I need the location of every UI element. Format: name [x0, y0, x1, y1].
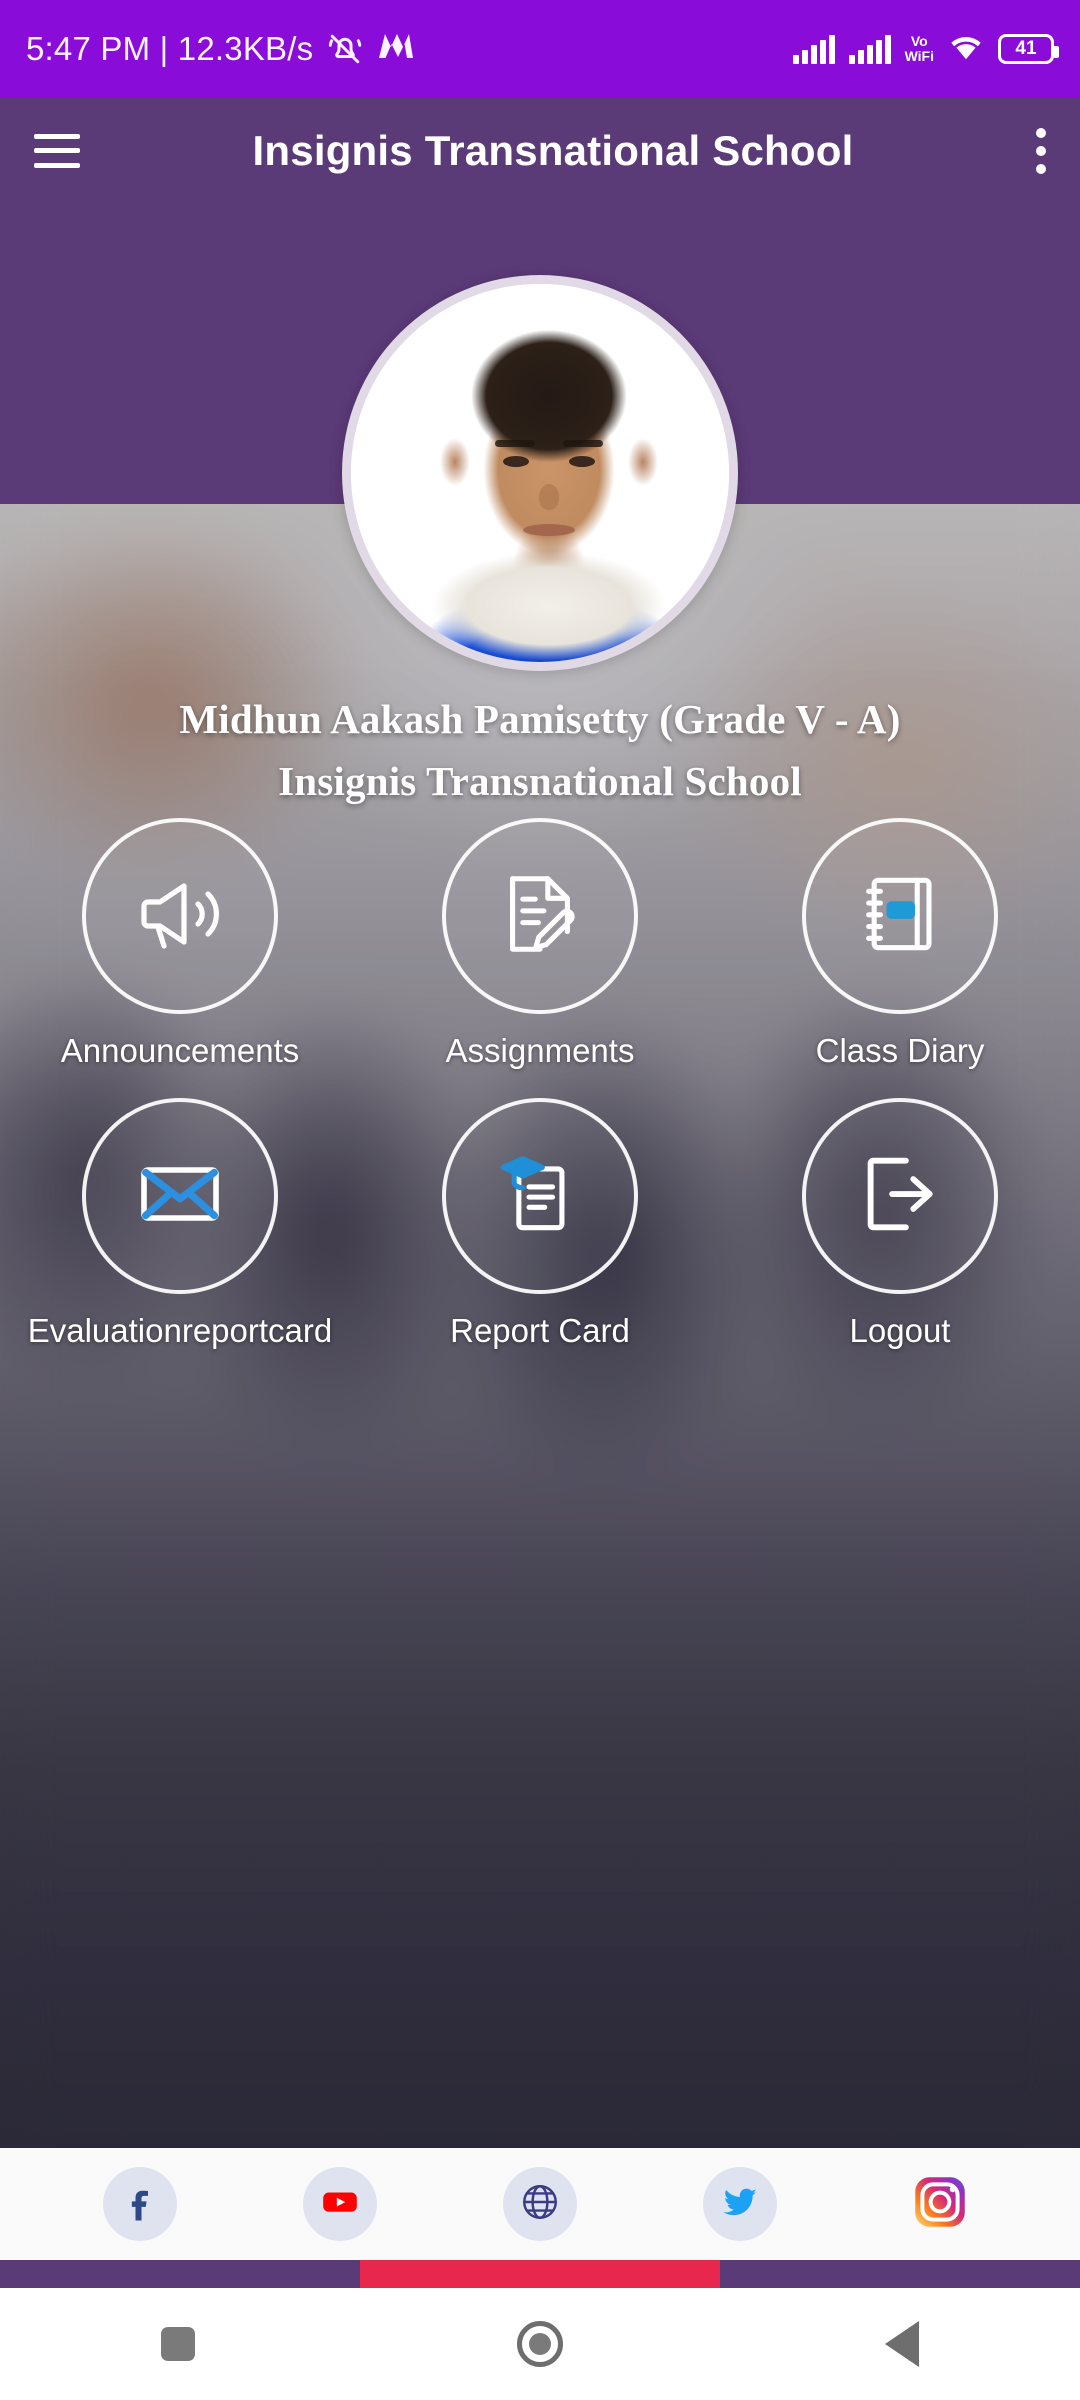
avatar[interactable] — [342, 275, 738, 671]
signal-bars-icon — [848, 34, 891, 64]
bottom-strip-left — [0, 2260, 360, 2288]
facebook-link[interactable] — [103, 2167, 177, 2241]
menu-item-announcements[interactable]: Announcements — [0, 818, 360, 1070]
kebab-menu-icon[interactable] — [1036, 127, 1046, 174]
status-bar-left: 5:47 PM | 12.3KB/s — [26, 29, 415, 69]
envelope-icon — [132, 1146, 228, 1247]
m-logo-icon — [377, 29, 415, 69]
triangle-back-icon[interactable] — [885, 2321, 919, 2367]
page-title: Insignis Transnational School — [252, 126, 854, 174]
menu-item-assignments[interactable]: Assignments — [360, 818, 720, 1070]
vowifi-icon: Vo WiFi — [905, 34, 934, 64]
square-recents-icon[interactable] — [161, 2327, 195, 2361]
instagram-link[interactable] — [903, 2167, 977, 2241]
report-card-circle[interactable] — [442, 1098, 638, 1294]
youtube-icon — [319, 2181, 361, 2228]
globe-icon — [519, 2181, 561, 2228]
avatar-detail — [563, 440, 603, 447]
status-bar: 5:47 PM | 12.3KB/s Vo WiFi 41 — [0, 0, 1080, 98]
spiral-notebook-icon — [853, 867, 947, 966]
battery-icon: 41 — [998, 34, 1059, 64]
menu-item-evaluationreportcard[interactable]: Evaluationreportcard — [0, 1098, 360, 1350]
status-time-and-datarate: 5:47 PM | 12.3KB/s — [26, 30, 314, 67]
phone-screen: 5:47 PM | 12.3KB/s Vo WiFi 41 Insignis T… — [0, 0, 1080, 2400]
student-name-block: Midhun Aakash Pamisetty (Grade V - A) In… — [0, 688, 1080, 812]
menu-item-logout[interactable]: Logout — [720, 1098, 1080, 1350]
circle-home-icon[interactable] — [517, 2321, 563, 2367]
app-bar: Insignis Transnational School — [0, 98, 1080, 203]
avatar-detail — [495, 440, 535, 447]
twitter-icon — [720, 2182, 760, 2227]
bell-mute-icon — [327, 31, 363, 67]
bottom-strip-right — [720, 2260, 1080, 2288]
bottom-strip-center — [360, 2260, 720, 2288]
avatar-detail — [539, 484, 559, 510]
facebook-icon — [120, 2182, 160, 2227]
class-diary-circle[interactable] — [802, 818, 998, 1014]
menu-label: Assignments — [445, 1032, 635, 1069]
youtube-link[interactable] — [303, 2167, 377, 2241]
vowifi-line-1: Vo — [910, 33, 928, 49]
wifi-icon — [948, 33, 984, 66]
menu-item-class-diary[interactable]: Class Diary — [720, 818, 1080, 1070]
avatar-detail — [523, 524, 575, 536]
document-pencil-icon — [493, 867, 587, 966]
menu-label: Class Diary — [815, 1032, 985, 1069]
student-school: Insignis Transnational School — [278, 758, 802, 804]
graduation-clipboard-icon — [493, 1147, 587, 1246]
menu-grid: Announcements Assignments Class Diary Ev… — [0, 818, 1080, 1350]
instagram-icon — [907, 2169, 973, 2240]
android-nav-bar — [0, 2288, 1080, 2400]
menu-item-report-card[interactable]: Report Card — [360, 1098, 720, 1350]
megaphone-icon — [132, 866, 228, 967]
signal-bars-icon — [792, 34, 835, 64]
logout-arrow-icon — [853, 1147, 947, 1246]
vowifi-line-2: WiFi — [904, 48, 934, 64]
menu-label: Report Card — [450, 1312, 630, 1349]
menu-label: Announcements — [60, 1032, 300, 1069]
assignments-circle[interactable] — [442, 818, 638, 1014]
avatar-photo — [351, 284, 729, 662]
status-bar-right: Vo WiFi 41 — [792, 33, 1059, 66]
menu-label: Evaluationreportcard — [27, 1312, 333, 1349]
evaluationreportcard-circle[interactable] — [82, 1098, 278, 1294]
website-link[interactable] — [503, 2167, 577, 2241]
student-name: Midhun Aakash Pamisetty (Grade V - A) — [179, 696, 901, 742]
social-links-bar — [0, 2148, 1080, 2260]
avatar-detail — [569, 456, 595, 467]
menu-label: Logout — [849, 1312, 951, 1349]
battery-level-text: 41 — [1015, 38, 1037, 59]
logout-circle[interactable] — [802, 1098, 998, 1294]
announcements-circle[interactable] — [82, 818, 278, 1014]
avatar-detail — [503, 456, 529, 467]
twitter-link[interactable] — [703, 2167, 777, 2241]
